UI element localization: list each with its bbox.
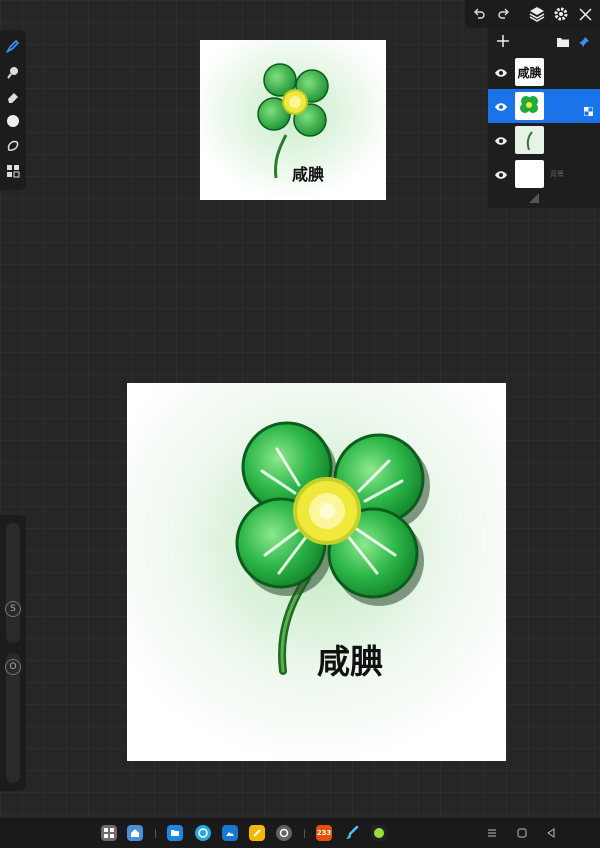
layer-sub-label: 背景 (550, 170, 564, 178)
reference-canvas-preview[interactable]: 咸腆 (200, 40, 386, 200)
layer-row-stem[interactable] (488, 123, 600, 157)
undo-icon[interactable] (469, 4, 489, 24)
layer-thumbnail (515, 92, 544, 120)
visibility-eye-icon[interactable] (494, 65, 508, 79)
visibility-eye-icon[interactable] (494, 133, 508, 147)
brush-size-slider[interactable] (6, 523, 20, 643)
resize-handle-icon[interactable] (528, 189, 540, 208)
layers-panel: 咸腆 背景 (488, 28, 600, 208)
taskbar-divider (304, 829, 305, 838)
smudge-tool-icon[interactable] (3, 62, 23, 82)
files-app-icon[interactable] (167, 825, 183, 841)
green-dot-app-icon[interactable] (371, 825, 387, 841)
paint-brush-app-icon[interactable] (344, 825, 360, 841)
pin-icon[interactable] (578, 33, 590, 52)
layer-row-clover[interactable] (488, 89, 600, 123)
app-drawer-icon[interactable] (101, 825, 117, 841)
app-233-label: 233 (316, 829, 332, 837)
layer-thumb-text: 咸腆 (517, 66, 542, 80)
layer-folder-icon[interactable] (556, 33, 570, 52)
eraser-tool-icon[interactable] (3, 87, 23, 107)
left-toolbar (0, 30, 26, 190)
back-nav-icon[interactable] (543, 825, 559, 841)
adjustments-icon[interactable] (3, 161, 23, 181)
layer-thumbnail (515, 160, 544, 188)
system-settings-icon[interactable] (276, 825, 292, 841)
lasso-tool-icon[interactable] (3, 136, 23, 156)
app-233-icon[interactable]: 233 (316, 825, 332, 841)
visibility-eye-icon[interactable] (494, 99, 508, 113)
gallery-app-icon[interactable] (222, 825, 238, 841)
layer-row-background[interactable]: 背景 (488, 157, 600, 191)
redo-icon[interactable] (494, 4, 514, 24)
size-knob-icon[interactable]: S (5, 601, 21, 617)
taskbar-divider (155, 829, 156, 838)
layer-thumbnail: 咸腆 (515, 58, 544, 86)
alpha-lock-icon[interactable] (583, 101, 594, 120)
home-app-icon[interactable] (127, 825, 143, 841)
close-icon[interactable] (575, 4, 595, 24)
layer-row-text[interactable]: 咸腆 (488, 55, 600, 89)
add-layer-icon[interactable] (496, 33, 510, 52)
color-picker-icon[interactable] (3, 111, 23, 131)
clover-artwork (127, 383, 506, 761)
home-nav-icon[interactable] (514, 825, 530, 841)
opacity-knob-icon[interactable]: O (5, 659, 21, 675)
notes-app-icon[interactable] (249, 825, 265, 841)
browser-app-icon[interactable] (195, 825, 211, 841)
main-canvas[interactable]: 咸腆 (127, 383, 506, 761)
artwork-text-mini: 咸腆 (292, 165, 325, 184)
brush-tool-icon[interactable] (3, 36, 23, 56)
top-toolbar (465, 0, 600, 28)
settings-gear-icon[interactable] (551, 4, 571, 24)
layer-thumbnail (515, 126, 544, 154)
visibility-eye-icon[interactable] (494, 167, 508, 181)
system-taskbar: 233 (0, 818, 600, 848)
menu-nav-icon[interactable] (484, 825, 500, 841)
artwork-text: 咸腆 (317, 642, 383, 681)
brush-sliders: S O (0, 515, 26, 791)
layers-icon[interactable] (527, 4, 547, 24)
